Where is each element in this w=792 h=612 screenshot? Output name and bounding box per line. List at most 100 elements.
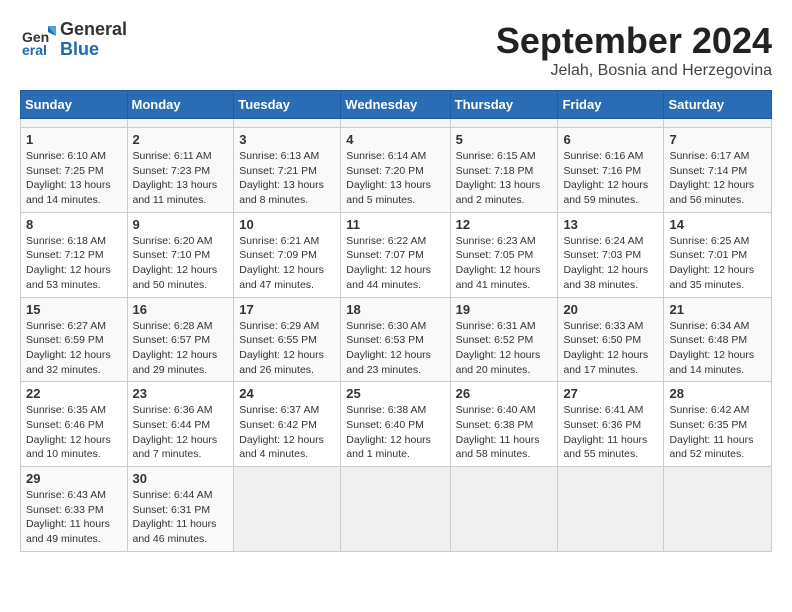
day-info: Sunrise: 6:20 AMSunset: 7:10 PMDaylight:… [133, 234, 229, 293]
calendar-header-row: Sunday Monday Tuesday Wednesday Thursday… [21, 91, 772, 119]
day-number: 10 [239, 217, 335, 232]
day-number: 29 [26, 471, 122, 486]
table-row: 27 Sunrise: 6:41 AMSunset: 6:36 PMDayligh… [558, 382, 664, 467]
day-info: Sunrise: 6:28 AMSunset: 6:57 PMDaylight:… [133, 319, 229, 378]
table-row: 5Sunrise: 6:15 AMSunset: 7:18 PMDaylight… [450, 128, 558, 213]
day-info: Sunrise: 6:38 AMSunset: 6:40 PMDaylight:… [346, 403, 444, 462]
day-info: Sunrise: 6:43 AMSunset: 6:33 PMDaylight:… [26, 488, 122, 547]
day-info: Sunrise: 6:41 AMSunset: 6:36 PMDaylight:… [563, 403, 658, 462]
title-area: September 2024 Jelah, Bosnia and Herzego… [496, 20, 772, 80]
day-number: 4 [346, 132, 444, 147]
calendar-week-row: 22 Sunrise: 6:35 AMSunset: 6:46 PMDayligh… [21, 382, 772, 467]
month-title: September 2024 [496, 20, 772, 62]
day-number: 20 [563, 302, 658, 317]
day-info: Sunrise: 6:33 AMSunset: 6:50 PMDaylight:… [563, 319, 658, 378]
day-info: Sunrise: 6:40 AMSunset: 6:38 PMDaylight:… [456, 403, 553, 462]
table-row: 20 Sunrise: 6:33 AMSunset: 6:50 PMDayligh… [558, 297, 664, 382]
day-info: Sunrise: 6:27 AMSunset: 6:59 PMDaylight:… [26, 319, 122, 378]
day-info: Sunrise: 6:30 AMSunset: 6:53 PMDaylight:… [346, 319, 444, 378]
table-row: 9Sunrise: 6:20 AMSunset: 7:10 PMDaylight… [127, 212, 234, 297]
table-row: 6Sunrise: 6:16 AMSunset: 7:16 PMDaylight… [558, 128, 664, 213]
day-info: Sunrise: 6:11 AMSunset: 7:23 PMDaylight:… [133, 149, 229, 208]
day-info: Sunrise: 6:17 AMSunset: 7:14 PMDaylight:… [669, 149, 766, 208]
day-info: Sunrise: 6:18 AMSunset: 7:12 PMDaylight:… [26, 234, 122, 293]
logo-general-text: General [60, 20, 127, 40]
day-info: Sunrise: 6:34 AMSunset: 6:48 PMDaylight:… [669, 319, 766, 378]
day-info: Sunrise: 6:14 AMSunset: 7:20 PMDaylight:… [346, 149, 444, 208]
table-row: 26Sunrise: 6:40 AMSunset: 6:38 PMDayligh… [450, 382, 558, 467]
col-friday: Friday [558, 91, 664, 119]
calendar-week-row: 1Sunrise: 6:10 AMSunset: 7:25 PMDaylight… [21, 128, 772, 213]
calendar-week-row: 8 Sunrise: 6:18 AMSunset: 7:12 PMDaylight… [21, 212, 772, 297]
day-number: 27 [563, 386, 658, 401]
day-number: 14 [669, 217, 766, 232]
table-row: 10 Sunrise: 6:21 AMSunset: 7:09 PMDayligh… [234, 212, 341, 297]
day-info: Sunrise: 6:37 AMSunset: 6:42 PMDaylight:… [239, 403, 335, 462]
day-info: Sunrise: 6:10 AMSunset: 7:25 PMDaylight:… [26, 149, 122, 208]
table-row [341, 119, 450, 128]
day-number: 22 [26, 386, 122, 401]
day-info: Sunrise: 6:44 AMSunset: 6:31 PMDaylight:… [133, 488, 229, 547]
day-number: 25 [346, 386, 444, 401]
day-info: Sunrise: 6:23 AMSunset: 7:05 PMDaylight:… [456, 234, 553, 293]
table-row [234, 119, 341, 128]
day-info: Sunrise: 6:35 AMSunset: 6:46 PMDaylight:… [26, 403, 122, 462]
table-row: 4 Sunrise: 6:14 AMSunset: 7:20 PMDaylight… [341, 128, 450, 213]
day-info: Sunrise: 6:36 AMSunset: 6:44 PMDaylight:… [133, 403, 229, 462]
table-row [127, 119, 234, 128]
table-row: 17Sunrise: 6:29 AMSunset: 6:55 PMDayligh… [234, 297, 341, 382]
day-number: 21 [669, 302, 766, 317]
day-info: Sunrise: 6:25 AMSunset: 7:01 PMDaylight:… [669, 234, 766, 293]
table-row: 12Sunrise: 6:23 AMSunset: 7:05 PMDayligh… [450, 212, 558, 297]
table-row [558, 119, 664, 128]
table-row: 3Sunrise: 6:13 AMSunset: 7:21 PMDaylight… [234, 128, 341, 213]
table-row: 22 Sunrise: 6:35 AMSunset: 6:46 PMDayligh… [21, 382, 128, 467]
logo: Gen eral General Blue [20, 20, 127, 60]
table-row: 8 Sunrise: 6:18 AMSunset: 7:12 PMDaylight… [21, 212, 128, 297]
table-row: 7 Sunrise: 6:17 AMSunset: 7:14 PMDaylight… [664, 128, 772, 213]
day-number: 7 [669, 132, 766, 147]
day-number: 2 [133, 132, 229, 147]
col-sunday: Sunday [21, 91, 128, 119]
logo-blue-text: Blue [60, 40, 127, 60]
col-saturday: Saturday [664, 91, 772, 119]
day-info: Sunrise: 6:24 AMSunset: 7:03 PMDaylight:… [563, 234, 658, 293]
table-row: 30 Sunrise: 6:44 AMSunset: 6:31 PMDayligh… [127, 467, 234, 552]
day-info: Sunrise: 6:42 AMSunset: 6:35 PMDaylight:… [669, 403, 766, 462]
day-number: 8 [26, 217, 122, 232]
day-number: 11 [346, 217, 444, 232]
page-header: Gen eral General Blue September 2024 Jel… [20, 20, 772, 80]
day-info: Sunrise: 6:15 AMSunset: 7:18 PMDaylight:… [456, 149, 553, 208]
table-row: 21 Sunrise: 6:34 AMSunset: 6:48 PMDayligh… [664, 297, 772, 382]
table-row [21, 119, 128, 128]
table-row: 1Sunrise: 6:10 AMSunset: 7:25 PMDaylight… [21, 128, 128, 213]
table-row [664, 119, 772, 128]
svg-text:eral: eral [22, 42, 47, 58]
table-row: 24 Sunrise: 6:37 AMSunset: 6:42 PMDayligh… [234, 382, 341, 467]
table-row: 16 Sunrise: 6:28 AMSunset: 6:57 PMDayligh… [127, 297, 234, 382]
day-number: 30 [133, 471, 229, 486]
table-row: 13 Sunrise: 6:24 AMSunset: 7:03 PMDayligh… [558, 212, 664, 297]
table-row [450, 119, 558, 128]
col-wednesday: Wednesday [341, 91, 450, 119]
logo-icon: Gen eral [20, 22, 56, 58]
table-row: 2 Sunrise: 6:11 AMSunset: 7:23 PMDaylight… [127, 128, 234, 213]
table-row: 29 Sunrise: 6:43 AMSunset: 6:33 PMDayligh… [21, 467, 128, 552]
table-row [664, 467, 772, 552]
day-info: Sunrise: 6:22 AMSunset: 7:07 PMDaylight:… [346, 234, 444, 293]
day-info: Sunrise: 6:21 AMSunset: 7:09 PMDaylight:… [239, 234, 335, 293]
day-number: 16 [133, 302, 229, 317]
table-row [558, 467, 664, 552]
calendar-week-row [21, 119, 772, 128]
day-number: 19 [456, 302, 553, 317]
day-number: 3 [239, 132, 335, 147]
day-number: 13 [563, 217, 658, 232]
day-number: 24 [239, 386, 335, 401]
day-number: 17 [239, 302, 335, 317]
day-number: 23 [133, 386, 229, 401]
calendar-week-row: 29 Sunrise: 6:43 AMSunset: 6:33 PMDayligh… [21, 467, 772, 552]
day-info: Sunrise: 6:16 AMSunset: 7:16 PMDaylight:… [563, 149, 658, 208]
col-tuesday: Tuesday [234, 91, 341, 119]
table-row: 23 Sunrise: 6:36 AMSunset: 6:44 PMDayligh… [127, 382, 234, 467]
table-row: 25 Sunrise: 6:38 AMSunset: 6:40 PMDayligh… [341, 382, 450, 467]
